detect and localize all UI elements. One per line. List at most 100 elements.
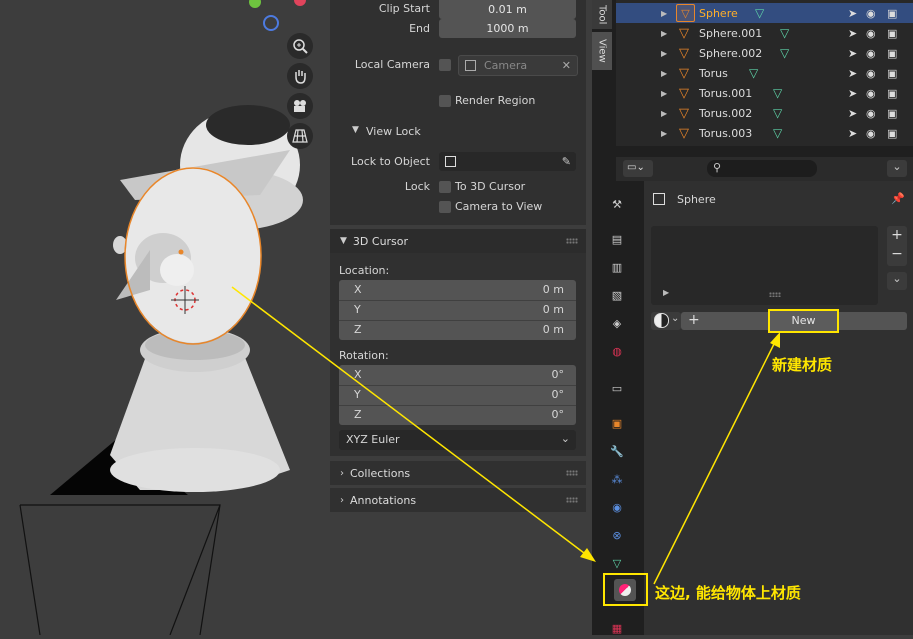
mesh-data-icon[interactable]: ▽ — [773, 126, 782, 140]
world-icon[interactable]: ◍ — [606, 340, 628, 362]
eye-icon[interactable]: ◉ — [866, 107, 876, 120]
output-icon[interactable]: ▥ — [606, 256, 628, 278]
camera-render-icon[interactable]: ▣ — [887, 67, 897, 80]
clear-icon[interactable]: ✕ — [562, 56, 571, 75]
clip-start-field[interactable]: 0.01 m — [439, 0, 576, 19]
physics-icon[interactable]: ◉ — [606, 496, 628, 518]
annotations-header[interactable]: › Annotations — [330, 488, 586, 512]
camera-to-view-checkbox[interactable] — [439, 201, 451, 213]
location-x-field[interactable]: X 0 m — [339, 280, 576, 301]
data-icon[interactable]: ▽ — [606, 552, 628, 574]
texture-icon[interactable]: ▦ — [606, 617, 628, 639]
particles-icon[interactable]: ⁂ — [606, 468, 628, 490]
collections-header[interactable]: › Collections — [330, 461, 586, 485]
outliner-row-sphere-001[interactable]: ▶ ▽ Sphere.001 ▽ ➤ ◉ ▣ — [616, 23, 913, 43]
outliner-row-sphere-002[interactable]: ▶ ▽ Sphere.002 ▽ ➤ ◉ ▣ — [616, 43, 913, 63]
material-icon[interactable] — [614, 579, 636, 601]
outliner-row-torus-003[interactable]: ▶ ▽ Torus.003 ▽ ➤ ◉ ▣ — [616, 123, 913, 143]
drag-handle-icon[interactable] — [566, 497, 578, 503]
outliner-row-torus-002[interactable]: ▶ ▽ Torus.002 ▽ ➤ ◉ ▣ — [616, 103, 913, 123]
expand-arrow-icon[interactable]: ▶ — [661, 129, 667, 138]
tool-icon[interactable]: ⚒ — [606, 193, 628, 215]
mesh-data-icon[interactable]: ▽ — [780, 46, 789, 60]
modifier-icon[interactable]: 🔧 — [606, 440, 628, 462]
mesh-data-icon[interactable]: ▽ — [749, 66, 758, 80]
select-cursor-icon[interactable]: ➤ — [848, 107, 857, 120]
select-cursor-icon[interactable]: ➤ — [848, 7, 857, 20]
outliner-row-torus[interactable]: ▶ ▽ Torus ▽ ➤ ◉ ▣ — [616, 63, 913, 83]
expand-arrow-icon[interactable]: ▶ — [661, 49, 667, 58]
select-cursor-icon[interactable]: ➤ — [848, 27, 857, 40]
zoom-icon[interactable] — [287, 33, 313, 59]
location-z-field[interactable]: Z 0 m — [339, 320, 576, 340]
new-material-button[interactable]: New — [768, 309, 839, 333]
constraints-icon[interactable]: ⊗ — [606, 524, 628, 546]
view-lock-subheader[interactable]: ▼ View Lock — [330, 120, 586, 144]
view-layer-icon[interactable]: ▧ — [606, 284, 628, 306]
expand-arrow-icon[interactable]: ▶ — [661, 69, 667, 78]
location-y-field[interactable]: Y 0 m — [339, 300, 576, 321]
eye-icon[interactable]: ◉ — [866, 127, 876, 140]
lock-to-object-field[interactable]: ✎ — [439, 152, 576, 171]
object-icon[interactable]: ▣ — [606, 412, 628, 434]
rotation-mode-dropdown[interactable]: XYZ Euler ⌄ — [339, 430, 576, 450]
eye-icon[interactable]: ◉ — [866, 7, 876, 20]
tab-tool[interactable]: Tool — [592, 0, 612, 29]
resize-handle-icon[interactable] — [769, 292, 781, 297]
pin-icon[interactable]: 📌 — [891, 192, 905, 205]
expand-arrow-icon[interactable]: ▶ — [663, 288, 669, 297]
eye-icon[interactable]: ◉ — [866, 67, 876, 80]
slot-specials-chevron-icon[interactable]: ⌄ — [887, 272, 907, 290]
eye-icon[interactable]: ◉ — [866, 47, 876, 60]
select-cursor-icon[interactable]: ➤ — [848, 127, 857, 140]
mesh-data-icon[interactable]: ▽ — [773, 106, 782, 120]
add-material-icon[interactable]: + — [688, 312, 700, 328]
expand-arrow-icon[interactable]: ▶ — [661, 89, 667, 98]
camera-render-icon[interactable]: ▣ — [887, 27, 897, 40]
collection-icon[interactable]: ▭ — [606, 377, 628, 399]
expand-arrow-icon[interactable]: ▶ — [661, 29, 667, 38]
tab-view[interactable]: View — [592, 32, 612, 70]
expand-arrow-icon[interactable]: ▶ — [661, 109, 667, 118]
drag-handle-icon[interactable] — [566, 238, 578, 244]
select-cursor-icon[interactable]: ➤ — [848, 47, 857, 60]
render-icon[interactable]: ▤ — [606, 228, 628, 250]
camera-render-icon[interactable]: ▣ — [887, 47, 897, 60]
end-field[interactable]: 1000 m — [439, 19, 576, 38]
rotation-z-field[interactable]: Z 0° — [339, 405, 576, 425]
camera-render-icon[interactable]: ▣ — [887, 87, 897, 100]
scene-icon[interactable]: ◈ — [606, 312, 628, 334]
eyedropper-icon[interactable]: ✎ — [562, 152, 571, 171]
select-cursor-icon[interactable]: ➤ — [848, 87, 857, 100]
editor-type-icon[interactable]: ▭⌄ — [623, 160, 653, 177]
rotation-y-field[interactable]: Y 0° — [339, 385, 576, 406]
camera-view-icon[interactable] — [287, 93, 313, 119]
local-camera-checkbox[interactable] — [439, 59, 451, 71]
grid-persp-icon[interactable] — [287, 123, 313, 149]
material-browse-button[interactable]: ⌄ — [651, 312, 681, 330]
remove-slot-button[interactable]: − — [887, 246, 907, 262]
eye-icon[interactable]: ◉ — [866, 87, 876, 100]
hand-pan-icon[interactable] — [287, 63, 313, 89]
mesh-data-icon[interactable]: ▽ — [755, 6, 764, 20]
outliner-row-sphere[interactable]: ▶ ▽ Sphere ▽ ➤ ◉ ▣ — [616, 3, 913, 23]
camera-render-icon[interactable]: ▣ — [887, 107, 897, 120]
mesh-data-icon[interactable]: ▽ — [773, 86, 782, 100]
eye-icon[interactable]: ◉ — [866, 27, 876, 40]
render-region-checkbox[interactable] — [439, 95, 451, 107]
expand-arrow-icon[interactable]: ▶ — [661, 9, 667, 18]
camera-render-icon[interactable]: ▣ — [887, 127, 897, 140]
material-slot-list[interactable]: ▶ — [651, 226, 878, 305]
camera-object-field[interactable]: Camera ✕ — [458, 55, 578, 76]
mesh-data-icon[interactable]: ▽ — [780, 26, 789, 40]
select-cursor-icon[interactable]: ➤ — [848, 67, 857, 80]
drag-handle-icon[interactable] — [566, 470, 578, 476]
add-slot-button[interactable]: + — [887, 227, 907, 243]
camera-render-icon[interactable]: ▣ — [887, 7, 897, 20]
outliner-row-torus-001[interactable]: ▶ ▽ Torus.001 ▽ ➤ ◉ ▣ — [616, 83, 913, 103]
rotation-x-field[interactable]: X 0° — [339, 365, 576, 386]
search-input[interactable]: ⚲ — [707, 160, 817, 177]
chevron-down-icon[interactable]: ⌄ — [887, 160, 907, 177]
to-3d-cursor-checkbox[interactable] — [439, 181, 451, 193]
3d-cursor-header[interactable]: ▼ 3D Cursor — [330, 229, 586, 253]
